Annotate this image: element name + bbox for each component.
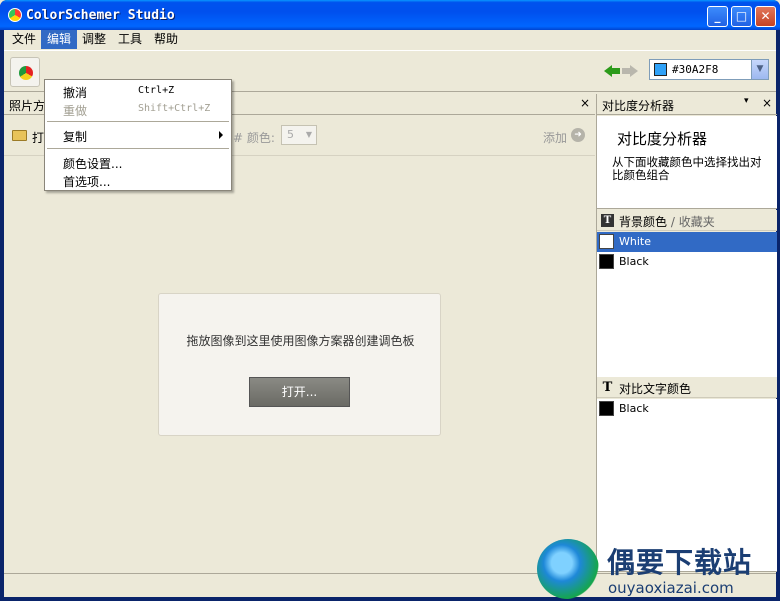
app-window: ColorSchemer Studio _ □ ✕ 文件 编辑 调整 工具 帮助… [0, 0, 780, 601]
panel-close-icon[interactable]: × [580, 96, 590, 110]
menu-color-settings-label: 颜色设置... [63, 157, 123, 171]
contrast-panel-header: 对比度分析器 ▾ × [597, 94, 777, 115]
color-swatch [599, 254, 614, 269]
menu-undo[interactable]: 撤消 Ctrl+Z [45, 82, 231, 100]
chevron-down-icon: ▼ [305, 130, 313, 139]
drop-instructions: 拖放图像到这里使用图像方案器创建调色板 [186, 334, 415, 348]
text-t-icon: T [602, 380, 613, 395]
submenu-arrow-icon [219, 131, 223, 139]
menu-redo-shortcut: Shift+Ctrl+Z [138, 103, 211, 114]
current-color-hex: #30A2F8 [672, 63, 719, 76]
image-drop-zone[interactable]: 拖放图像到这里使用图像方案器创建调色板 打开... [158, 293, 441, 436]
minimize-button[interactable]: _ [707, 6, 728, 27]
menu-separator [47, 121, 229, 122]
contrast-intro: 对比度分析器 从下面收藏颜色中选择找出对比颜色组合 [597, 116, 777, 209]
contrast-analyzer-panel: 对比度分析器 ▾ × 对比度分析器 从下面收藏颜色中选择找出对比颜色组合 T 背… [596, 94, 777, 572]
watermark-url: ouyaoxiazai.com [608, 579, 734, 597]
menu-preferences-label: 首选项... [63, 175, 111, 189]
open-image-button[interactable]: 打开... [249, 377, 350, 407]
maximize-button[interactable]: □ [731, 6, 752, 27]
menu-file[interactable]: 文件 [6, 30, 42, 49]
menu-redo-label: 重做 [63, 104, 88, 118]
add-label[interactable]: 添加 [543, 129, 567, 146]
color-swatch [599, 234, 614, 249]
folder-icon[interactable] [12, 130, 27, 141]
color-name: White [619, 235, 651, 248]
menu-copy[interactable]: 复制 [45, 126, 231, 144]
menu-bar: 文件 编辑 调整 工具 帮助 [4, 30, 776, 49]
contrast-description: 从下面收藏颜色中选择找出对比颜色组合 [612, 155, 762, 182]
window-title: ColorSchemer Studio [26, 8, 175, 23]
combo-dropdown-icon[interactable]: ▼ [751, 60, 768, 79]
menu-help[interactable]: 帮助 [148, 30, 184, 49]
menu-tools[interactable]: 工具 [112, 30, 148, 49]
watermark-title: 偶要下载站 [607, 546, 753, 579]
current-color-swatch [654, 63, 667, 76]
color-count-label: # 颜色: [233, 131, 275, 145]
menu-preferences[interactable]: 首选项... [45, 171, 231, 189]
background-section-label: 背景颜色 / 收藏夹 [619, 213, 715, 230]
site-watermark: 偶要下载站 ouyaoxiazai.com [535, 535, 780, 601]
text-color-label: 对比文字颜色 [619, 382, 692, 396]
color-wheel-icon [19, 66, 33, 80]
menu-copy-label: 复制 [63, 130, 88, 144]
color-name: Black [619, 255, 649, 268]
edit-menu-dropdown: 撤消 Ctrl+Z 重做 Shift+Ctrl+Z 复制 颜色设置... 首选项… [44, 79, 232, 191]
add-arrow-icon[interactable]: ➜ [571, 128, 585, 142]
title-bar[interactable]: ColorSchemer Studio _ □ ✕ [0, 0, 780, 30]
menu-edit[interactable]: 编辑 [41, 30, 78, 49]
text-color-section-header: T 对比文字颜色 [597, 377, 777, 398]
panel-menu-icon[interactable]: ▾ [744, 96, 749, 106]
back-arrow-icon[interactable] [604, 65, 620, 77]
app-logo-icon [8, 8, 22, 22]
menu-adjust[interactable]: 调整 [76, 30, 112, 49]
menu-undo-label: 撤消 [63, 86, 88, 100]
color-name: Black [619, 402, 649, 415]
list-item[interactable]: Black [597, 252, 777, 272]
client-area: 文件 编辑 调整 工具 帮助 #30A2F8 ▼ 照片方 × 打 # 颜色: 5… [4, 30, 777, 597]
background-color-label: 背景颜色 [619, 215, 668, 229]
color-wheel-tool-button[interactable] [10, 57, 40, 87]
list-item[interactable]: White [597, 232, 777, 252]
menu-undo-shortcut: Ctrl+Z [138, 85, 175, 96]
open-label[interactable]: 打 [32, 129, 44, 146]
background-color-section-header: T 背景颜色 / 收藏夹 [597, 210, 777, 231]
panel-tab-label: 照片方 [9, 99, 46, 113]
current-color-combo[interactable]: #30A2F8 ▼ [649, 59, 769, 80]
color-count-value: 5 [287, 128, 294, 141]
menu-redo[interactable]: 重做 Shift+Ctrl+Z [45, 100, 231, 118]
color-count-select[interactable]: 5 ▼ [281, 125, 317, 145]
favorites-sublabel: / 收藏夹 [667, 215, 715, 229]
background-color-list: White Black [597, 232, 777, 378]
contrast-panel-title: 对比度分析器 [602, 99, 675, 113]
watermark-logo-icon [537, 539, 599, 599]
list-item[interactable]: Black [597, 399, 777, 419]
menu-color-settings[interactable]: 颜色设置... [45, 153, 231, 171]
forward-arrow-icon[interactable] [622, 65, 638, 77]
panel-close-icon[interactable]: × [762, 96, 772, 110]
color-swatch [599, 401, 614, 416]
text-t-icon: T [601, 214, 614, 227]
contrast-heading: 对比度分析器 [617, 130, 708, 148]
menu-separator [47, 148, 229, 149]
close-button[interactable]: ✕ [755, 6, 776, 27]
